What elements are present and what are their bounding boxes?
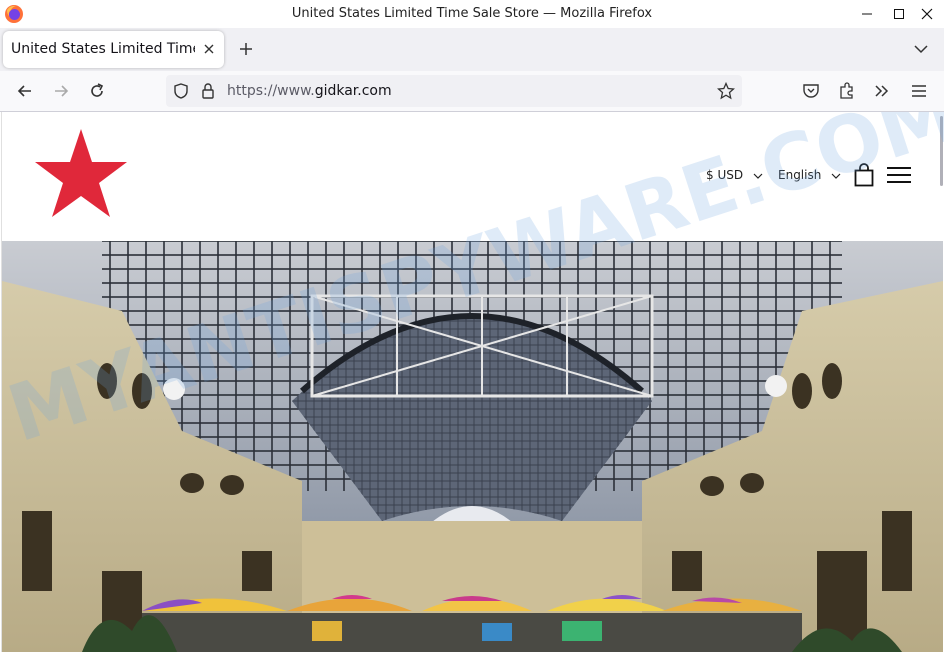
language-selector[interactable]: English xyxy=(778,168,841,182)
reload-icon[interactable] xyxy=(87,81,107,101)
url-domain: gidkar.com xyxy=(314,83,392,99)
tracking-protection-shield-icon[interactable] xyxy=(172,82,190,100)
window-title: United States Limited Time Sale Store — … xyxy=(291,6,653,21)
tab-title: United States Limited Time Sale Store xyxy=(11,41,195,57)
url-text[interactable]: https://www.gidkar.com xyxy=(227,83,392,99)
app-menu-hamburger-icon[interactable] xyxy=(909,81,929,101)
lock-icon[interactable] xyxy=(200,82,216,100)
currency-label: $ USD xyxy=(706,168,744,182)
minimize-button[interactable] xyxy=(852,0,882,28)
web-page: $ USD English xyxy=(1,112,943,652)
tab-active[interactable]: United States Limited Time Sale Store xyxy=(3,31,224,68)
window-titlebar: United States Limited Time Sale Store — … xyxy=(0,0,944,28)
bookmark-star-icon[interactable] xyxy=(717,82,735,100)
shopping-bag-icon[interactable] xyxy=(853,163,875,187)
site-menu-hamburger-icon[interactable] xyxy=(886,165,912,185)
back-arrow-icon[interactable] xyxy=(15,81,35,101)
navigation-toolbar: https://www.gidkar.com xyxy=(0,71,944,112)
more-tools-chevrons-icon[interactable] xyxy=(872,81,892,101)
pocket-icon[interactable] xyxy=(801,81,821,101)
chevron-down-icon xyxy=(753,173,763,179)
url-prefix: https://www. xyxy=(227,83,315,99)
page-scrollbar[interactable] xyxy=(940,116,943,186)
site-header: $ USD English xyxy=(2,112,943,241)
maximize-button[interactable] xyxy=(884,0,914,28)
list-all-tabs-chevron-icon[interactable] xyxy=(912,40,930,58)
minimize-icon xyxy=(862,13,872,15)
address-bar[interactable]: https://www.gidkar.com xyxy=(166,75,742,107)
close-icon xyxy=(921,8,933,20)
forward-arrow-icon[interactable] xyxy=(51,81,71,101)
tab-close-icon[interactable] xyxy=(201,41,217,57)
close-window-button[interactable] xyxy=(912,0,942,28)
red-star-logo[interactable] xyxy=(33,127,129,219)
chevron-down-icon xyxy=(831,173,841,179)
currency-selector[interactable]: $ USD xyxy=(706,168,763,182)
extensions-puzzle-icon[interactable] xyxy=(837,81,857,101)
hero-image xyxy=(2,241,943,652)
new-tab-plus-icon[interactable] xyxy=(236,39,256,59)
tab-strip: United States Limited Time Sale Store xyxy=(0,28,944,71)
language-label: English xyxy=(778,168,822,182)
maximize-icon xyxy=(894,9,904,19)
